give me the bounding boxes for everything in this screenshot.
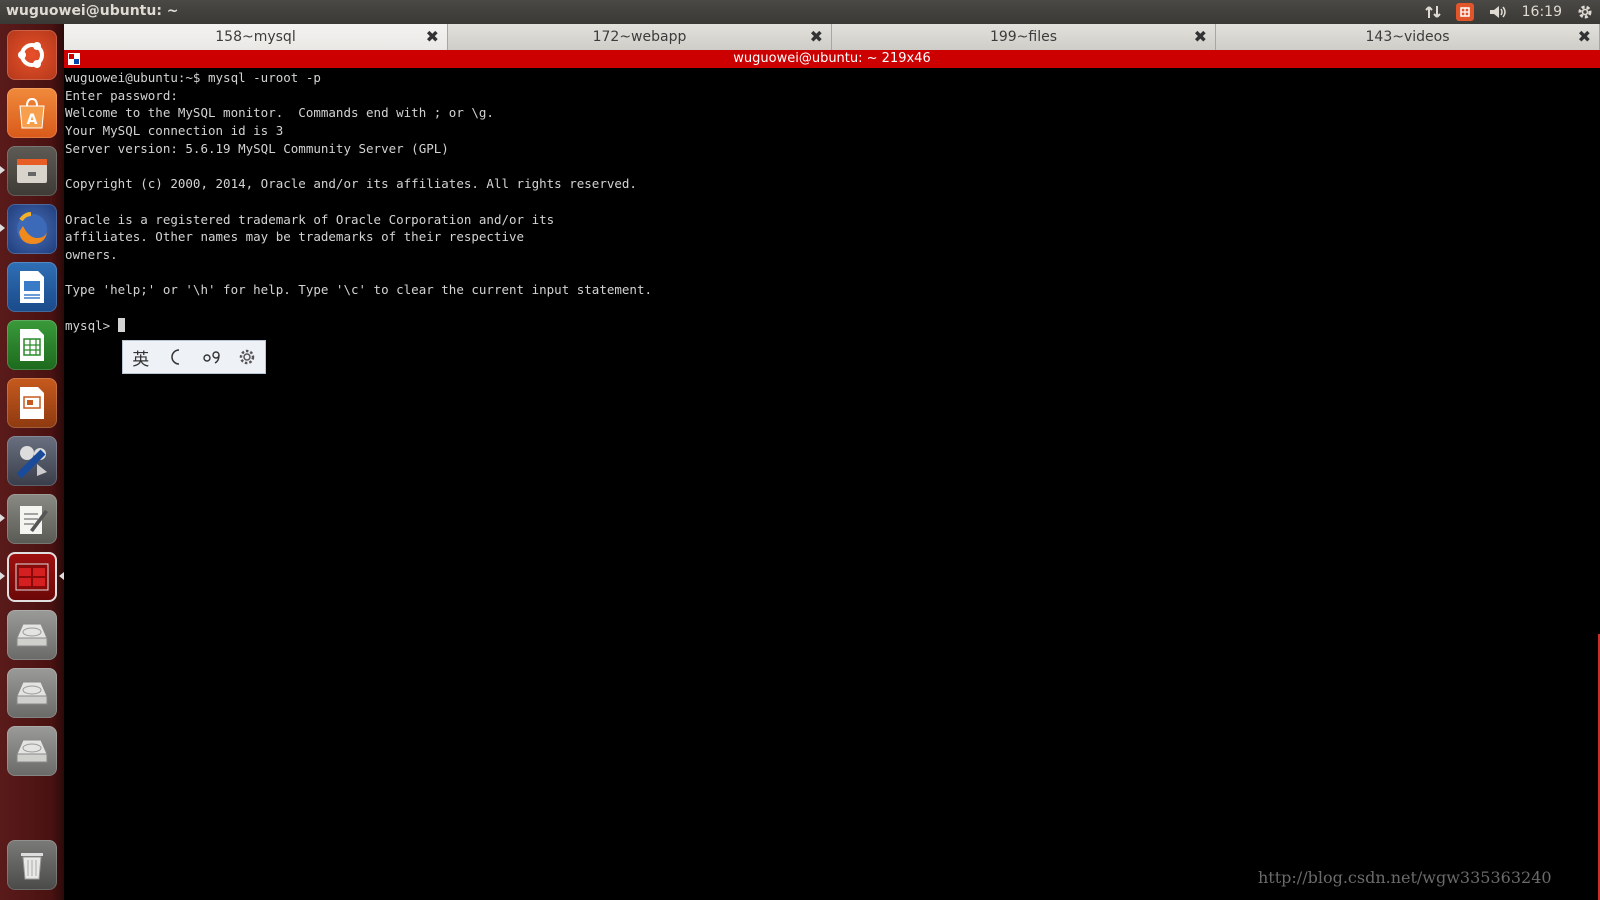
trash-icon[interactable] — [7, 840, 57, 890]
tab-label: 199~files — [989, 29, 1058, 45]
ubuntu-dash-icon[interactable] — [7, 30, 57, 80]
tab-webapp[interactable]: 172~webapp ✖ — [448, 24, 832, 50]
punctuation-icon[interactable] — [198, 344, 226, 370]
drive-icon[interactable] — [7, 726, 57, 776]
terminal-line: Your MySQL connection id is 3 — [65, 123, 284, 139]
libreoffice-impress-icon[interactable] — [7, 378, 57, 428]
tab-label: 158~mysql — [215, 29, 296, 45]
terminal-line: Enter password: — [65, 87, 178, 103]
terminal-small-icon — [68, 53, 80, 65]
running-indicator — [0, 572, 5, 580]
volume-icon[interactable] — [1488, 3, 1508, 21]
tab-files[interactable]: 199~files ✖ — [832, 24, 1216, 50]
window-title: wuguowei@ubuntu: ~ — [6, 3, 179, 19]
top-panel: wuguowei@ubuntu: ~ 16:19 — [0, 0, 1600, 24]
drive-icon[interactable] — [7, 668, 57, 718]
mysql-prompt: mysql> — [65, 317, 118, 333]
files-icon[interactable] — [7, 146, 57, 196]
terminal-line: Server version: 5.6.19 MySQL Community S… — [65, 140, 449, 156]
terminal-icon[interactable] — [7, 552, 57, 602]
ime-toolbar: 英 — [122, 340, 266, 374]
video-editor-icon[interactable] — [7, 436, 57, 486]
fullwidth-halfwidth-moon-icon[interactable] — [162, 344, 190, 370]
software-center-icon[interactable]: A — [7, 88, 57, 138]
close-icon[interactable]: ✖ — [1578, 24, 1591, 50]
close-icon[interactable]: ✖ — [1194, 24, 1207, 50]
tab-label: 172~webapp — [592, 29, 687, 45]
ime-language-toggle[interactable]: 英 — [127, 344, 155, 370]
running-indicator — [0, 166, 5, 174]
tab-videos[interactable]: 143~videos ✖ — [1216, 24, 1600, 50]
terminal-line: wuguowei@ubuntu:~$ mysql -uroot -p — [65, 70, 321, 85]
text-editor-icon[interactable] — [7, 494, 57, 544]
terminal-line: Welcome to the MySQL monitor. Commands e… — [65, 105, 494, 121]
terminal-line: Copyright (c) 2000, 2014, Oracle and/or … — [65, 176, 637, 192]
terminal-area[interactable]: wuguowei@ubuntu:~$ mysql -uroot -p Enter … — [64, 68, 1600, 900]
mysql-prompt-line: mysql> — [65, 317, 652, 335]
terminal-output: wuguowei@ubuntu:~$ mysql -uroot -p Enter … — [65, 69, 652, 335]
input-method-icon[interactable] — [1455, 3, 1474, 21]
drive-icon[interactable] — [7, 610, 57, 660]
ime-settings-gear-icon[interactable] — [233, 344, 261, 370]
terminal-titlebar[interactable]: wuguowei@ubuntu: ~ 219x46 — [64, 50, 1600, 68]
running-indicator — [0, 224, 5, 232]
indicator-area: 16:19 — [1424, 0, 1594, 24]
launcher: A — [0, 24, 65, 900]
clock[interactable]: 16:19 — [1522, 4, 1562, 20]
text-cursor — [117, 317, 125, 332]
settings-gear-icon[interactable] — [1576, 3, 1594, 21]
tab-label: 143~videos — [1365, 29, 1450, 45]
libreoffice-calc-icon[interactable] — [7, 320, 57, 370]
firefox-icon[interactable] — [7, 204, 57, 254]
terminal-line: owners. — [65, 247, 118, 263]
libreoffice-writer-icon[interactable] — [7, 262, 57, 312]
close-icon[interactable]: ✖ — [810, 24, 823, 50]
running-indicator — [0, 514, 5, 522]
terminal-line: Oracle is a registered trademark of Orac… — [65, 211, 555, 227]
terminal-line: affiliates. Other names may be trademark… — [65, 229, 525, 245]
terminal-line: Type 'help;' or '\h' for help. Type '\c'… — [65, 282, 652, 298]
svg-text:A: A — [27, 112, 38, 128]
watermark: http://blog.csdn.net/wgw335363240 — [1258, 868, 1552, 887]
network-icon[interactable] — [1424, 3, 1442, 21]
tab-bar: 158~mysql ✖ 172~webapp ✖ 199~files ✖ 143… — [64, 24, 1600, 50]
tab-mysql[interactable]: 158~mysql ✖ — [64, 24, 448, 50]
terminal-title: wuguowei@ubuntu: ~ 219x46 — [733, 51, 931, 66]
close-icon[interactable]: ✖ — [426, 24, 439, 50]
